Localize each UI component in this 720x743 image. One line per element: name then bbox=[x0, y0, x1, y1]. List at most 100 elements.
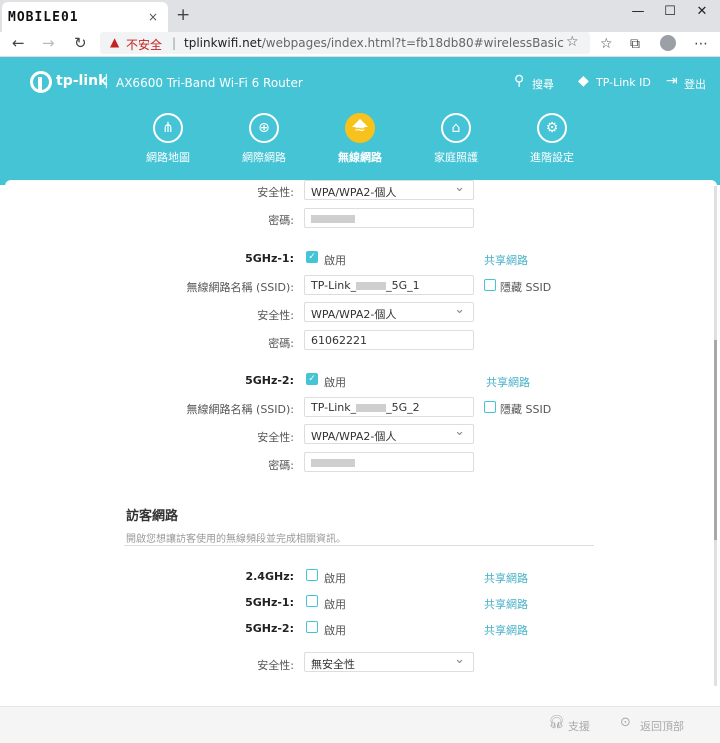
hide-ssid-label: 隱藏 SSID bbox=[500, 281, 552, 294]
back-to-top-link[interactable]: 返回頂部 bbox=[640, 718, 684, 734]
profile-avatar[interactable] bbox=[660, 35, 676, 51]
globe-icon: ⊕ bbox=[249, 113, 279, 143]
tplink-id-link[interactable]: TP-Link ID bbox=[596, 76, 651, 89]
address-bar[interactable]: ▲ 不安全 | tplinkwifi.net/webpages/index.ht… bbox=[100, 32, 590, 54]
nav-advanced[interactable]: ⚙ 進階設定 bbox=[517, 113, 587, 165]
site-logo: MOBILE01 bbox=[8, 10, 79, 25]
router-model: AX6600 Tri-Band Wi-Fi 6 Router bbox=[116, 76, 303, 90]
password-field[interactable]: 61062221 bbox=[304, 330, 474, 350]
share-network-link[interactable]: 共享網路 bbox=[486, 374, 530, 390]
enable-label: 啟用 bbox=[324, 624, 346, 637]
url-text[interactable]: tplinkwifi.net/webpages/index.html?t=fb1… bbox=[184, 36, 564, 50]
share-network-link[interactable]: 共享網路 bbox=[484, 570, 528, 586]
security-select[interactable]: WPA/WPA2-個人 bbox=[304, 180, 474, 200]
ssid-label: 無線網路名稱 (SSID): bbox=[186, 281, 294, 294]
enable-label: 啟用 bbox=[324, 598, 346, 611]
warning-icon: ▲ bbox=[110, 35, 120, 49]
enable-label: 啟用 bbox=[324, 376, 346, 389]
support-icon[interactable]: 🎧︎ bbox=[548, 715, 565, 730]
hide-ssid-checkbox[interactable] bbox=[484, 401, 496, 413]
guest-network-description: 開啟您想讓訪客使用的無線頻段並完成相關資訊。 bbox=[126, 534, 346, 545]
search-link[interactable]: 搜尋 bbox=[532, 76, 554, 92]
ssid-suffix: _5G_1 bbox=[386, 279, 420, 292]
hide-ssid-checkbox[interactable] bbox=[484, 279, 496, 291]
minimize-button[interactable]: — bbox=[628, 4, 648, 19]
close-window-button[interactable]: ✕ bbox=[692, 4, 712, 19]
redacted-value bbox=[356, 404, 387, 412]
enable-checkbox[interactable] bbox=[306, 621, 318, 633]
back-to-top-icon[interactable]: ⊙ bbox=[620, 715, 631, 730]
gear-icon: ⚙ bbox=[537, 113, 567, 143]
logout-link[interactable]: 登出 bbox=[684, 76, 706, 92]
back-button[interactable]: ← bbox=[12, 34, 25, 52]
brand-separator: | bbox=[104, 73, 109, 89]
forward-button[interactable]: → bbox=[42, 34, 55, 52]
redacted-value bbox=[311, 459, 355, 467]
logout-icon[interactable]: ⇥ bbox=[666, 73, 678, 89]
enable-checkbox[interactable]: ✓ bbox=[306, 373, 318, 385]
nav-home-care[interactable]: ⌂ 家庭照護 bbox=[421, 113, 491, 165]
tplink-id-icon[interactable]: ◆ bbox=[578, 73, 589, 89]
url-path: /webpages/index.html?t=fb18db80#wireless… bbox=[261, 36, 564, 50]
share-network-link[interactable]: 共享網路 bbox=[484, 596, 528, 612]
ssid-label: 無線網路名稱 (SSID): bbox=[186, 403, 294, 416]
more-menu-icon[interactable]: ⋯ bbox=[694, 36, 708, 52]
address-separator: | bbox=[172, 36, 177, 50]
share-network-link[interactable]: 共享網路 bbox=[484, 252, 528, 268]
enable-checkbox[interactable]: ✓ bbox=[306, 251, 318, 263]
search-icon[interactable]: ⚲ bbox=[514, 73, 524, 89]
collections-icon[interactable]: ⧉ bbox=[630, 36, 640, 52]
guest-security-select[interactable]: 無安全性 bbox=[304, 652, 474, 672]
url-host: tplinkwifi.net bbox=[184, 36, 262, 50]
ssid-field[interactable]: TP-Link_ _5G_1 bbox=[304, 275, 474, 295]
nav-label: 無線網路 bbox=[338, 151, 382, 164]
enable-label: 啟用 bbox=[324, 572, 346, 585]
wifi-icon: ≋ bbox=[345, 113, 375, 143]
share-network-link[interactable]: 共享網路 bbox=[484, 622, 528, 638]
page-footer: 🎧︎ 支援 ⊙ 返回頂部 bbox=[0, 706, 720, 743]
browser-tab[interactable]: MOBILE01 × bbox=[2, 2, 168, 32]
password-field[interactable] bbox=[304, 452, 474, 472]
reload-button[interactable]: ↻ bbox=[74, 34, 87, 52]
security-value: WPA/WPA2-個人 bbox=[311, 430, 397, 443]
security-label: 安全性: bbox=[257, 659, 294, 672]
security-value: 無安全性 bbox=[311, 658, 355, 671]
enable-checkbox[interactable] bbox=[306, 569, 318, 581]
bookmark-star-icon[interactable]: ☆ bbox=[566, 34, 579, 50]
new-tab-button[interactable]: + bbox=[176, 5, 190, 25]
band-label: 5GHz-1: bbox=[245, 252, 294, 265]
security-select[interactable]: WPA/WPA2-個人 bbox=[304, 302, 474, 322]
hide-ssid-label: 隱藏 SSID bbox=[500, 403, 552, 416]
enable-checkbox[interactable] bbox=[306, 595, 318, 607]
ssid-prefix: TP-Link_ bbox=[311, 279, 357, 292]
maximize-button[interactable]: ☐ bbox=[660, 4, 680, 19]
close-tab-icon[interactable]: × bbox=[148, 10, 158, 24]
password-label: 密碼: bbox=[268, 214, 294, 227]
security-select[interactable]: WPA/WPA2-個人 bbox=[304, 424, 474, 444]
ssid-prefix: TP-Link_ bbox=[311, 401, 357, 414]
nav-label: 進階設定 bbox=[530, 151, 574, 164]
ssid-field[interactable]: TP-Link_ _5G_2 bbox=[304, 397, 474, 417]
browser-tab-bar: MOBILE01 × + — ☐ ✕ bbox=[0, 0, 720, 32]
nav-internet[interactable]: ⊕ 網際網路 bbox=[229, 113, 299, 165]
security-label: 安全性: bbox=[257, 309, 294, 322]
band-label: 5GHz-2: bbox=[245, 622, 294, 635]
band-label: 2.4GHz: bbox=[245, 570, 294, 583]
security-value: WPA/WPA2-個人 bbox=[311, 186, 397, 199]
home-care-icon: ⌂ bbox=[441, 113, 471, 143]
network-map-icon: ⋔ bbox=[153, 113, 183, 143]
security-label: 安全性: bbox=[257, 431, 294, 444]
scrollbar-thumb[interactable] bbox=[714, 340, 717, 540]
nav-network-map[interactable]: ⋔ 網路地圖 bbox=[133, 113, 203, 165]
guest-network-title: 訪客網路 bbox=[126, 509, 179, 524]
password-field[interactable] bbox=[304, 208, 474, 228]
support-link[interactable]: 支援 bbox=[568, 718, 590, 734]
band-label: 5GHz-2: bbox=[245, 374, 294, 387]
password-value: 61062221 bbox=[311, 334, 367, 347]
active-nav-caret bbox=[352, 119, 368, 127]
nav-label: 網際網路 bbox=[242, 151, 286, 164]
redacted-value bbox=[311, 215, 355, 223]
brand-name: tp-link bbox=[56, 73, 108, 89]
favorites-icon[interactable]: ☆ bbox=[600, 36, 613, 52]
band-label: 5GHz-1: bbox=[245, 596, 294, 609]
